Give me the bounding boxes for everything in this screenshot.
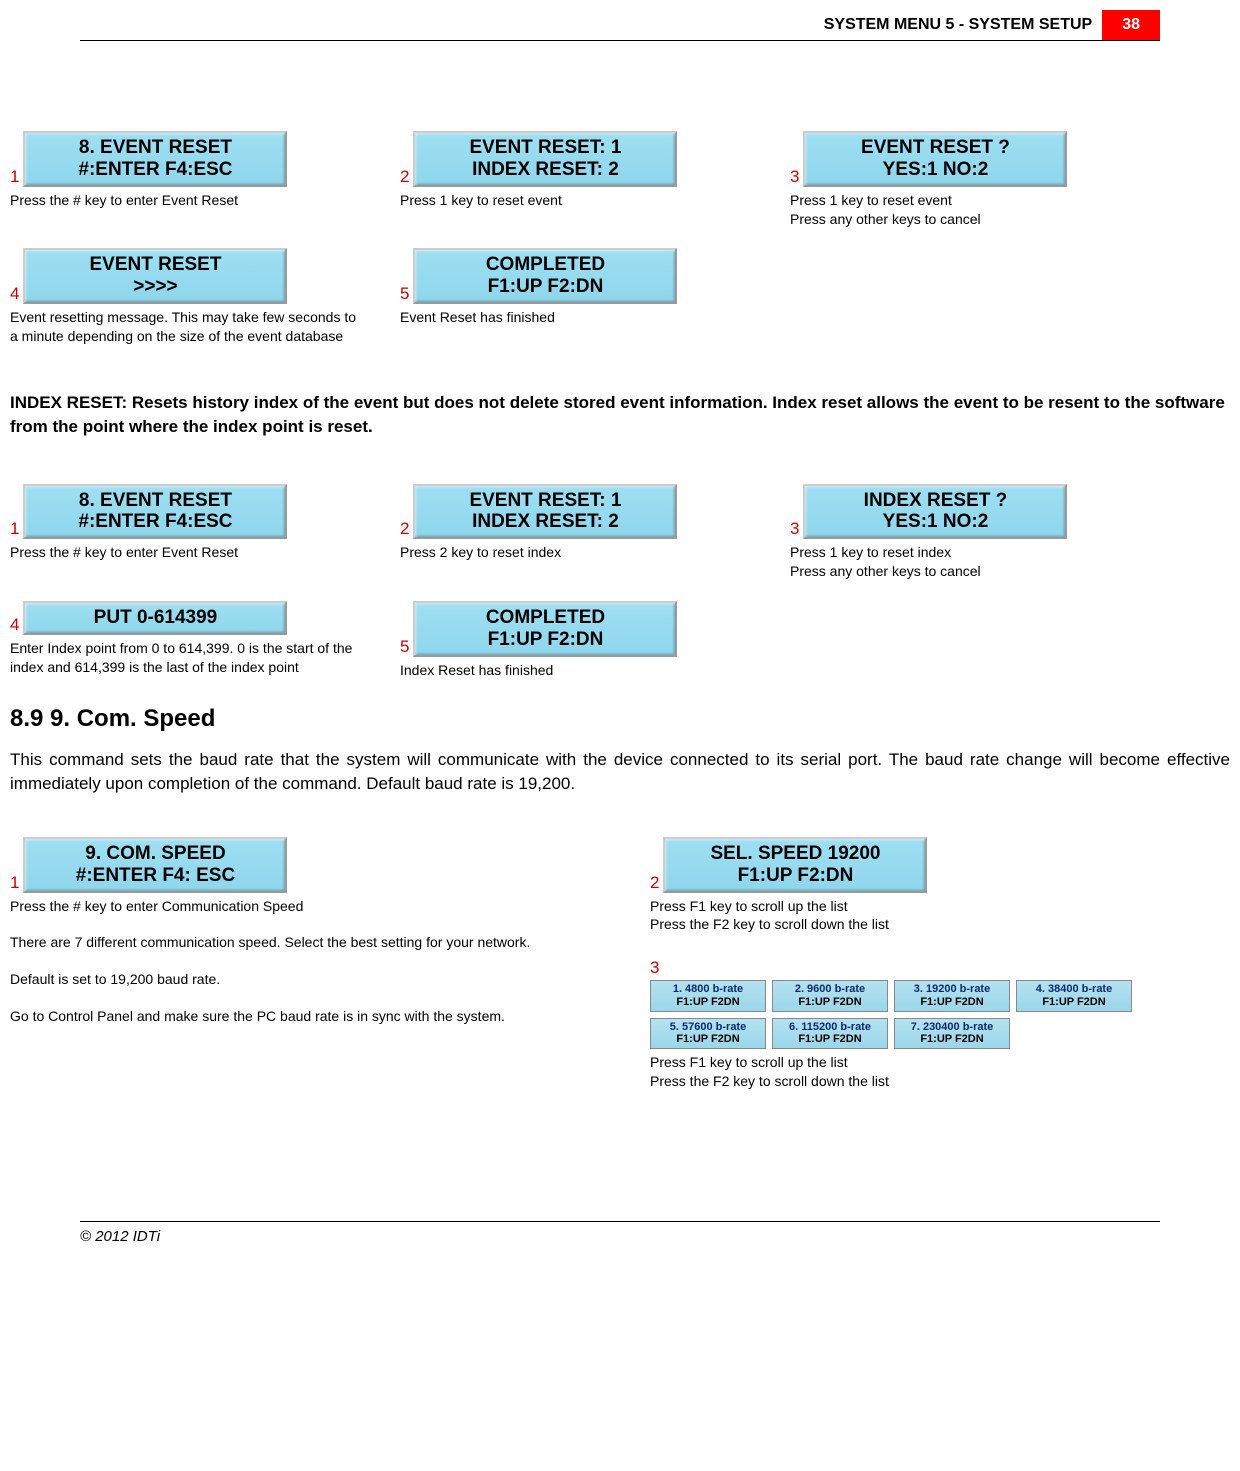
com-speed-description: This command sets the baud rate that the… xyxy=(10,748,1230,797)
step-cell: 4PUT 0-614399 Enter Index point from 0 to… xyxy=(10,601,360,680)
step-caption: Press 1 key to reset eventPress any othe… xyxy=(790,191,1140,229)
lcd-display: 8. EVENT RESET#:ENTER F4:ESC xyxy=(23,484,287,540)
step-number: 3 xyxy=(650,958,659,977)
index-reset-steps: 18. EVENT RESET#:ENTER F4:ESC Press the #… xyxy=(10,484,1230,680)
step-cell: 2EVENT RESET: 1INDEX RESET: 2 Press 2 key… xyxy=(400,484,750,581)
speed-option: 3. 19200 b-rateF1:UP F2DN xyxy=(894,980,1010,1011)
step-number: 1 xyxy=(10,873,19,893)
note-paragraph: Default is set to 19,200 baud rate. xyxy=(10,970,590,989)
index-reset-description: INDEX RESET: Resets history index of the… xyxy=(10,391,1230,439)
step-number: 5 xyxy=(400,637,409,657)
lcd-display: SEL. SPEED 19200 F1:UP F2:DN xyxy=(663,837,927,893)
step-cell: 18. EVENT RESET#:ENTER F4:ESC Press the #… xyxy=(10,131,360,228)
note-paragraph: Go to Control Panel and make sure the PC… xyxy=(10,1007,590,1026)
step-number: 3 xyxy=(790,167,799,187)
step-number: 4 xyxy=(10,615,19,635)
note-paragraph: There are 7 different communication spee… xyxy=(10,933,590,952)
step-number: 5 xyxy=(400,284,409,304)
header-title: SYSTEM MENU 5 - SYSTEM SETUP xyxy=(814,10,1102,40)
step-cell: 4EVENT RESET>>>> Event resetting message.… xyxy=(10,248,360,345)
step-caption: Press 2 key to reset index xyxy=(400,543,750,562)
lcd-display: COMPLETEDF1:UP F2:DN xyxy=(413,601,677,657)
step-caption: Press F1 key to scroll up the listPress … xyxy=(650,1053,1230,1091)
footer-copyright: © 2012 IDTi xyxy=(80,1221,1160,1245)
lcd-display: EVENT RESET>>>> xyxy=(23,248,287,304)
lcd-display: PUT 0-614399 xyxy=(23,601,287,635)
speed-options-grid: 1. 4800 b-rateF1:UP F2DN2. 9600 b-rateF1… xyxy=(650,980,1230,1049)
speed-option: 1. 4800 b-rateF1:UP F2DN xyxy=(650,980,766,1011)
step-caption: Press the # key to enter Event Reset xyxy=(10,191,360,210)
step-caption: Press 1 key to reset indexPress any othe… xyxy=(790,543,1140,581)
lcd-display: 9. COM. SPEED #:ENTER F4: ESC xyxy=(23,837,287,893)
com-speed-notes: There are 7 different communication spee… xyxy=(10,933,590,1026)
step-caption: Press the # key to enter Event Reset xyxy=(10,543,360,562)
lcd-display: EVENT RESET: 1INDEX RESET: 2 xyxy=(413,131,677,187)
lcd-display: EVENT RESET ?YES:1 NO:2 xyxy=(803,131,1067,187)
step-caption: Press F1 key to scroll up the listPress … xyxy=(650,897,1230,935)
step-number: 3 xyxy=(790,519,799,539)
step-number: 1 xyxy=(10,167,19,187)
speed-option: 7. 230400 b-rateF1:UP F2DN xyxy=(894,1018,1010,1049)
step-cell: 5COMPLETEDF1:UP F2:DN Index Reset has fin… xyxy=(400,601,750,680)
step-caption: Event Reset has finished xyxy=(400,308,750,327)
step-cell: 3EVENT RESET ?YES:1 NO:2 Press 1 key to r… xyxy=(790,131,1140,228)
lcd-display: EVENT RESET: 1INDEX RESET: 2 xyxy=(413,484,677,540)
page-header: SYSTEM MENU 5 - SYSTEM SETUP 38 xyxy=(80,10,1160,41)
step-caption: Index Reset has finished xyxy=(400,661,750,680)
step-number: 2 xyxy=(650,873,659,893)
step-number: 2 xyxy=(400,519,409,539)
step-number: 4 xyxy=(10,284,19,304)
step-cell: 5COMPLETEDF1:UP F2:DN Event Reset has fin… xyxy=(400,248,750,345)
com-speed-heading: 8.9 9. Com. Speed xyxy=(10,705,1230,733)
lcd-display: 8. EVENT RESET#:ENTER F4:ESC xyxy=(23,131,287,187)
step-number: 1 xyxy=(10,519,19,539)
step-cell: 2EVENT RESET: 1INDEX RESET: 2 Press 1 key… xyxy=(400,131,750,228)
step-cell: 18. EVENT RESET#:ENTER F4:ESC Press the #… xyxy=(10,484,360,581)
speed-option: 2. 9600 b-rateF1:UP F2DN xyxy=(772,980,888,1011)
step-number: 2 xyxy=(400,167,409,187)
step-cell: 3INDEX RESET ?YES:1 NO:2Press 1 key to r… xyxy=(790,484,1140,581)
speed-option: 6. 115200 b-rateF1:UP F2DN xyxy=(772,1018,888,1049)
step-caption: Event resetting message. This may take f… xyxy=(10,308,360,346)
speed-option: 5. 57600 b-rateF1:UP F2DN xyxy=(650,1018,766,1049)
step-caption: Press 1 key to reset event xyxy=(400,191,750,210)
event-reset-steps: 18. EVENT RESET#:ENTER F4:ESC Press the #… xyxy=(10,131,1230,346)
speed-option: 4. 38400 b-rateF1:UP F2DN xyxy=(1016,980,1132,1011)
step-caption: Press the # key to enter Communication S… xyxy=(10,897,590,916)
lcd-display: COMPLETEDF1:UP F2:DN xyxy=(413,248,677,304)
lcd-display: INDEX RESET ?YES:1 NO:2 xyxy=(803,484,1067,540)
step-caption: Enter Index point from 0 to 614,399. 0 i… xyxy=(10,639,360,677)
header-page-number: 38 xyxy=(1102,10,1160,40)
